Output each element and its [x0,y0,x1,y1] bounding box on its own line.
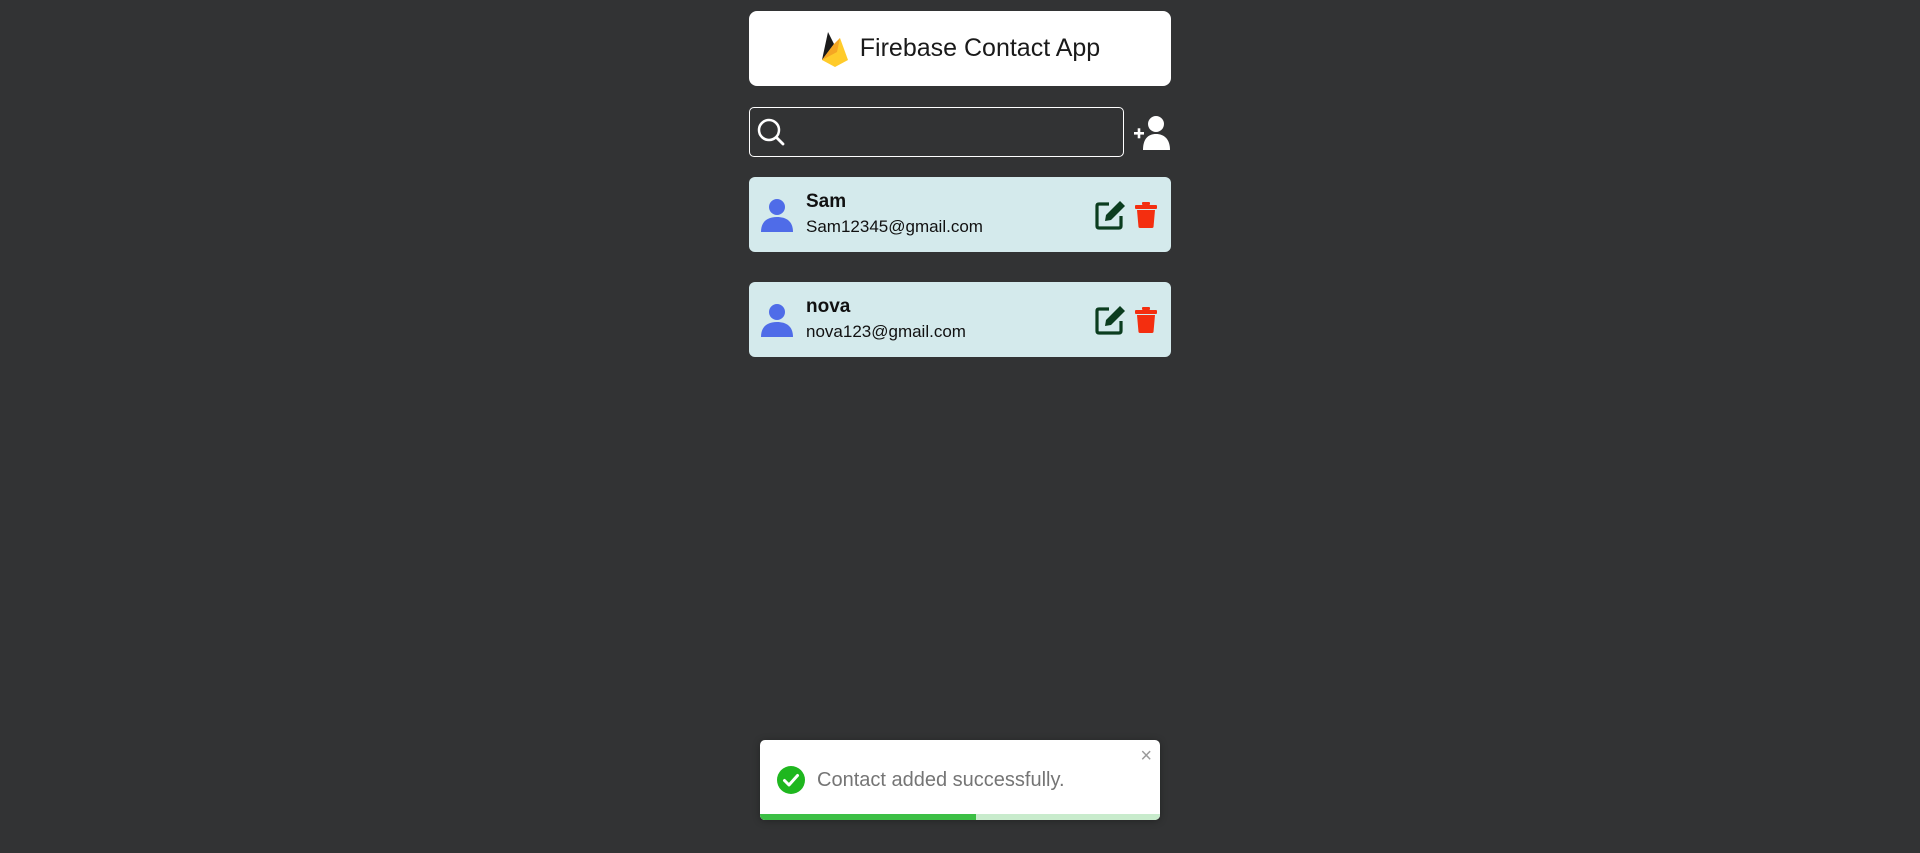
contact-card[interactable]: nova nova123@gmail.com [749,282,1171,357]
contact-name: nova [806,295,851,317]
check-circle-icon [777,766,805,794]
person-icon [759,197,795,233]
contact-list: Sam Sam12345@gmail.com nova nova123@gmai… [749,177,1171,357]
add-user-icon[interactable] [1133,113,1171,151]
trash-icon[interactable] [1135,306,1157,333]
contact-email: nova123@gmail.com [806,321,966,341]
person-icon [759,302,795,338]
edit-icon[interactable] [1094,198,1127,231]
search-input[interactable] [786,108,1123,156]
app-header: Firebase Contact App [749,11,1171,86]
search-icon [756,117,786,147]
contact-card[interactable]: Sam Sam12345@gmail.com [749,177,1171,252]
contact-actions [1094,198,1157,231]
contact-actions [1094,303,1157,336]
firebase-logo-icon [820,30,850,68]
toast-progress-bar [760,814,976,820]
app-container: Firebase Contact App Sam Sam12345@gmail.… [749,11,1171,387]
edit-icon[interactable] [1094,303,1127,336]
contact-info: Sam Sam12345@gmail.com [806,190,1094,240]
contact-info: nova nova123@gmail.com [806,295,1094,345]
success-toast: Contact added successfully. × [760,740,1160,820]
contact-name: Sam [806,190,847,212]
trash-icon[interactable] [1135,201,1157,228]
toast-progress-track [760,814,1160,820]
search-row [749,107,1171,157]
close-icon[interactable]: × [1140,746,1152,766]
search-field[interactable] [749,107,1124,157]
app-title: Firebase Contact App [859,34,1101,62]
toast-message: Contact added successfully. [817,769,1065,791]
contact-email: Sam12345@gmail.com [806,216,983,236]
